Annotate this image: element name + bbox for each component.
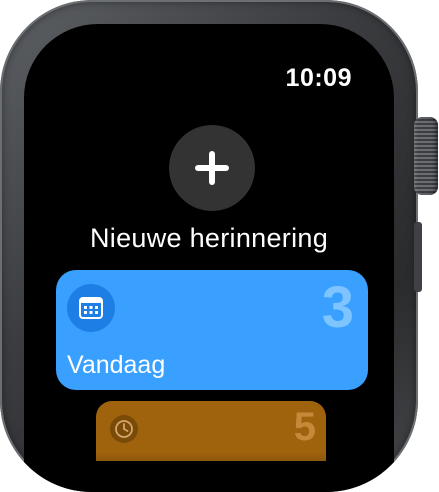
clock-icon — [115, 420, 133, 438]
status-time: 10:09 — [285, 64, 352, 92]
digital-crown[interactable] — [414, 117, 438, 195]
new-reminder-label[interactable]: Nieuwe herinnering — [24, 223, 394, 254]
watch-case: 10:09 Nieuwe herinnering 3 Vandaag 5 — [0, 0, 418, 492]
today-label: Vandaag — [67, 351, 166, 379]
clock-badge — [110, 415, 138, 443]
new-reminder-button[interactable] — [169, 125, 255, 211]
watch-screen: 10:09 Nieuwe herinnering 3 Vandaag 5 — [24, 24, 394, 492]
calendar-icon — [79, 297, 103, 319]
list-card-scheduled[interactable]: 5 — [96, 401, 326, 461]
page: 10:09 Nieuwe herinnering 3 Vandaag 5 — [0, 0, 439, 492]
scheduled-count: 5 — [293, 405, 316, 449]
plus-icon — [195, 151, 229, 185]
today-count: 3 — [321, 275, 354, 340]
calendar-badge — [67, 284, 115, 332]
side-button[interactable] — [414, 222, 422, 292]
list-card-today[interactable]: 3 Vandaag — [56, 270, 368, 390]
